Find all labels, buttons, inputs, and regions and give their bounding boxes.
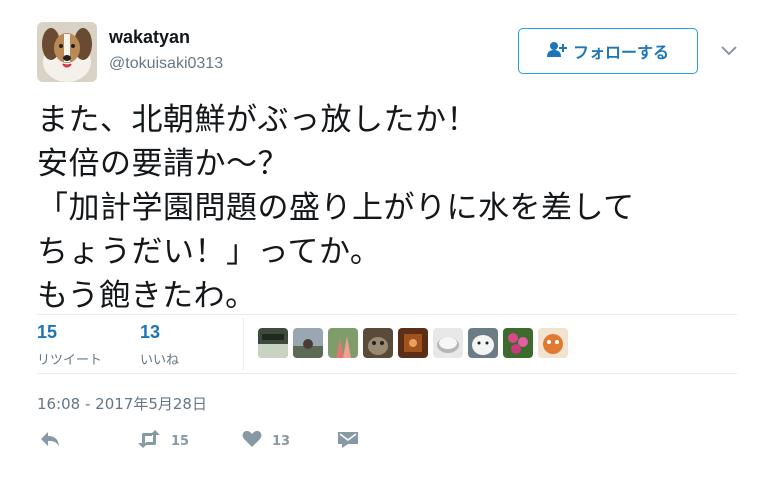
tweet-text: また、北朝鮮がぶっ放したか！ 安倍の要請か～？ 「加計学園問題の盛り上がりに水を… xyxy=(37,98,737,318)
stats-separator xyxy=(243,318,244,370)
like-action-count: 13 xyxy=(272,433,291,449)
reply-icon xyxy=(39,430,61,452)
envelope-icon xyxy=(338,430,358,452)
tweet-text-line: もう飽きたわ。 xyxy=(37,278,257,314)
tweet-text-line: また、北朝鮮がぶっ放したか！ xyxy=(37,102,478,138)
avatar[interactable] xyxy=(37,22,97,82)
retweet-action-count: 15 xyxy=(171,433,190,449)
tweet-timestamp[interactable]: 16:08 - 2017年5月28日 xyxy=(37,393,207,414)
liker-avatar[interactable] xyxy=(293,328,323,358)
heart-icon xyxy=(242,430,262,452)
divider xyxy=(37,373,737,374)
retweet-icon xyxy=(137,430,161,452)
like-count: 13 xyxy=(140,322,161,342)
retweet-stat[interactable]: 15 リツイート xyxy=(37,322,102,368)
chevron-down-icon[interactable] xyxy=(720,42,738,56)
liker-avatar[interactable] xyxy=(328,328,358,358)
display-name[interactable]: wakatyan xyxy=(109,27,190,48)
retweet-label: リツイート xyxy=(37,353,103,368)
retweet-button[interactable]: 15 xyxy=(137,430,189,452)
tweet-text-line: 安倍の要請か～？ xyxy=(37,146,289,182)
dm-button[interactable] xyxy=(338,430,358,452)
liker-avatar[interactable] xyxy=(503,328,533,358)
like-stat[interactable]: 13 いいね xyxy=(140,322,179,368)
follow-button-label: フォローする xyxy=(572,43,669,62)
like-label: いいね xyxy=(140,353,180,368)
liker-avatar[interactable] xyxy=(538,328,568,358)
tweet-text-line: 「加計学園問題の盛り上がりに水を差して xyxy=(37,190,635,226)
tweet-text-line: ちょうだい！」ってか。 xyxy=(37,234,382,270)
liker-avatar[interactable] xyxy=(433,328,463,358)
liker-avatars xyxy=(258,328,568,358)
like-button[interactable]: 13 xyxy=(242,430,290,452)
retweet-count: 15 xyxy=(37,322,58,342)
divider xyxy=(37,314,737,315)
liker-avatar[interactable] xyxy=(398,328,428,358)
screen-name[interactable]: @tokuisaki0313 xyxy=(109,55,223,73)
follow-button[interactable]: フォローする xyxy=(518,28,698,74)
liker-avatar[interactable] xyxy=(468,328,498,358)
user-plus-icon xyxy=(546,41,567,61)
reply-button[interactable] xyxy=(39,430,61,452)
liker-avatar[interactable] xyxy=(258,328,288,358)
liker-avatar[interactable] xyxy=(363,328,393,358)
